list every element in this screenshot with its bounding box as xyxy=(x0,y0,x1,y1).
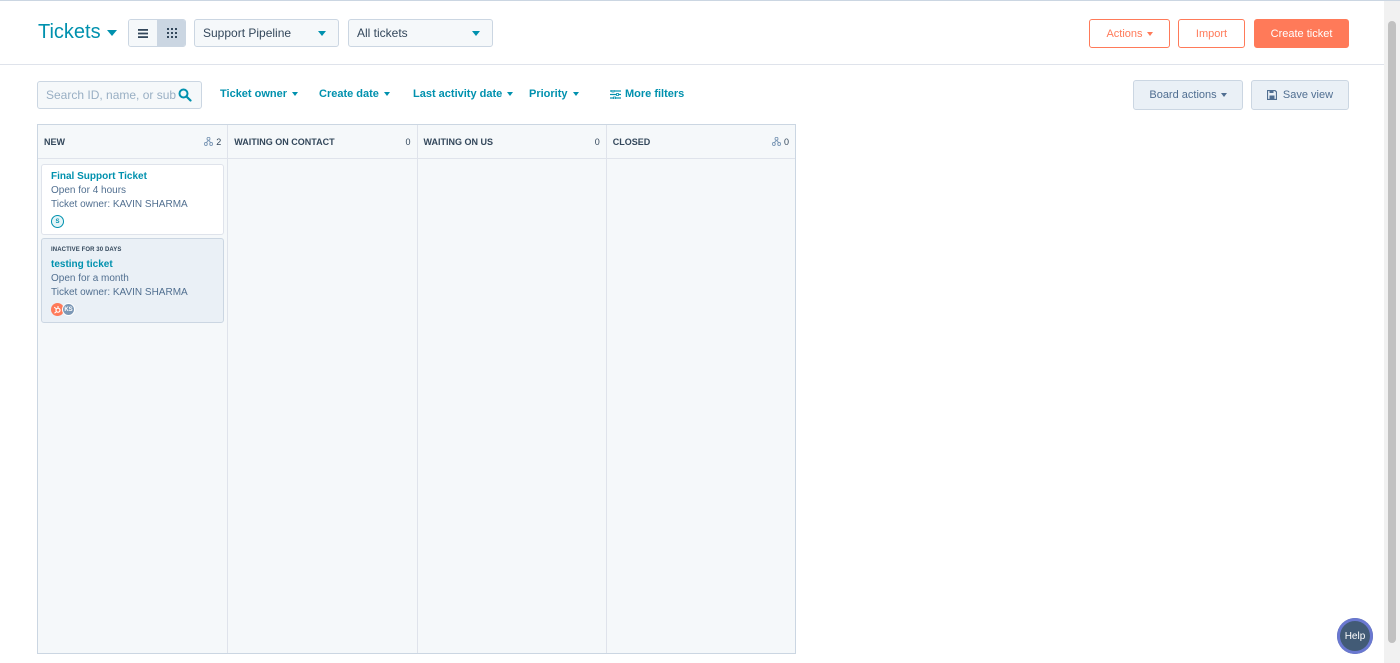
board-actions-button[interactable]: Board actions xyxy=(1133,80,1243,110)
more-filters-button[interactable]: More filters xyxy=(610,88,684,100)
ticket-owner: Ticket owner: KAVIN SHARMA xyxy=(51,199,188,210)
list-icon xyxy=(138,28,148,38)
pipeline-select-value: Support Pipeline xyxy=(203,26,292,40)
filter-label: Last activity date xyxy=(413,88,503,100)
column-count: 0 xyxy=(771,136,789,147)
board-view-button[interactable] xyxy=(157,20,185,46)
actions-button-label: Actions xyxy=(1106,27,1143,40)
save-view-label: Save view xyxy=(1282,89,1334,101)
caret-down-icon xyxy=(1146,31,1153,36)
board-actions-label: Board actions xyxy=(1149,89,1217,101)
board-column-waiting-on-contact: WAITING ON CONTACT 0 xyxy=(227,125,417,653)
column-header: CLOSED 0 xyxy=(606,125,795,159)
view-toggle xyxy=(128,19,186,47)
filter-label: Priority xyxy=(529,88,568,100)
column-count-value: 0 xyxy=(783,136,789,147)
chevron-down-icon xyxy=(472,31,480,36)
caret-down-icon xyxy=(292,92,299,96)
save-view-button[interactable]: Save view xyxy=(1251,80,1349,110)
column-count-value: 2 xyxy=(216,136,222,147)
board-column-waiting-on-us: WAITING ON US 0 xyxy=(416,125,606,653)
list-view-button[interactable] xyxy=(129,20,157,46)
column-count: 0 xyxy=(405,137,410,147)
import-button-label: Import xyxy=(1195,27,1228,40)
save-icon xyxy=(1266,90,1277,100)
ticket-open-duration: Open for 4 hours xyxy=(51,185,127,196)
search-icon[interactable] xyxy=(178,88,192,102)
create-ticket-button[interactable]: Create ticket xyxy=(1254,19,1349,48)
owner-avatar[interactable]: KS xyxy=(62,303,75,316)
caret-down-icon xyxy=(572,92,579,96)
sprocket-icon xyxy=(53,306,61,314)
board-column-new: NEW 2 Final Support Ticket Open for 4 ho… xyxy=(38,125,228,653)
search-input[interactable] xyxy=(38,82,176,108)
inactive-badge: INACTIVE FOR 30 DAYS xyxy=(51,247,122,253)
page-title: Tickets xyxy=(38,21,101,43)
column-header: NEW 2 xyxy=(38,125,228,159)
more-filters-label: More filters xyxy=(625,88,685,100)
view-select[interactable]: All tickets xyxy=(348,19,493,47)
caret-down-icon xyxy=(383,92,390,96)
ticket-name-link[interactable]: testing ticket xyxy=(51,259,214,270)
automation-icon[interactable] xyxy=(204,137,214,146)
vertical-scrollbar[interactable] xyxy=(1384,1,1400,663)
create-ticket-button-label: Create ticket xyxy=(1270,27,1333,40)
filter-last-activity-date[interactable]: Last activity date xyxy=(413,88,514,100)
column-title: WAITING ON CONTACT xyxy=(234,136,335,147)
caret-down-icon xyxy=(106,29,117,36)
filter-label: Ticket owner xyxy=(220,88,288,100)
help-button[interactable]: Help xyxy=(1337,618,1373,654)
ticket-card[interactable]: INACTIVE FOR 30 DAYS testing ticket Open… xyxy=(41,238,224,323)
column-title: WAITING ON US xyxy=(423,136,494,147)
column-count-value: 0 xyxy=(594,136,600,147)
column-header: WAITING ON US 0 xyxy=(417,125,606,159)
avatar-initial: S xyxy=(55,218,60,225)
pipeline-select[interactable]: Support Pipeline xyxy=(194,19,339,47)
caret-down-icon xyxy=(507,92,514,96)
filter-label: Create date xyxy=(319,88,379,100)
chevron-down-icon xyxy=(318,31,326,36)
ticket-card[interactable]: Final Support Ticket Open for 4 hours Ti… xyxy=(41,164,224,235)
search-box xyxy=(37,81,202,109)
view-select-value: All tickets xyxy=(357,26,408,40)
ticket-name-link[interactable]: Final Support Ticket xyxy=(51,171,214,182)
help-label: Help xyxy=(1344,630,1366,642)
board-column-closed: CLOSED 0 xyxy=(605,125,795,653)
column-title: NEW xyxy=(44,136,65,147)
automation-icon[interactable] xyxy=(771,137,781,146)
filter-create-date[interactable]: Create date xyxy=(319,88,390,100)
ticket-owner: Ticket owner: KAVIN SHARMA xyxy=(51,287,188,298)
column-count: 0 xyxy=(595,137,600,147)
filter-priority[interactable]: Priority xyxy=(529,88,579,100)
ticket-board: NEW 2 Final Support Ticket Open for 4 ho… xyxy=(37,124,796,654)
actions-button[interactable]: Actions xyxy=(1089,19,1170,48)
column-title: CLOSED xyxy=(612,136,651,147)
import-button[interactable]: Import xyxy=(1178,19,1245,48)
caret-down-icon xyxy=(1220,93,1227,97)
object-title-dropdown[interactable]: Tickets xyxy=(38,21,117,44)
filter-ticket-owner[interactable]: Ticket owner xyxy=(220,88,299,100)
grid-icon xyxy=(166,28,177,38)
column-count-value: 0 xyxy=(405,136,411,147)
page-header: Tickets Support Pipeline All tickets Act… xyxy=(0,1,1384,65)
contact-avatar[interactable]: S xyxy=(51,215,64,228)
column-header: WAITING ON CONTACT 0 xyxy=(228,125,417,159)
filter-sliders-icon xyxy=(610,89,621,99)
scrollbar-thumb[interactable] xyxy=(1388,21,1396,643)
column-count: 2 xyxy=(204,137,221,147)
ticket-open-duration: Open for a month xyxy=(51,273,129,284)
avatar-initials: KS xyxy=(64,306,73,313)
